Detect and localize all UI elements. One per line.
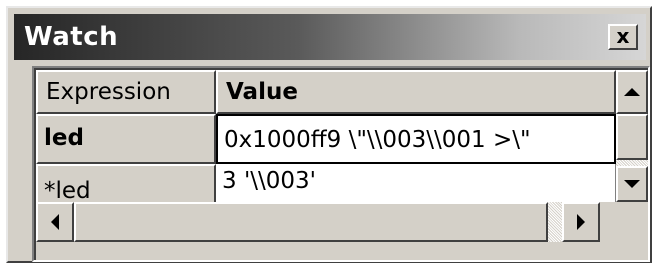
value-cell[interactable]: 3 '\\003' — [216, 164, 616, 202]
expression-label: *led — [44, 178, 91, 202]
scroll-right-button[interactable] — [562, 202, 600, 242]
close-button[interactable]: x — [608, 24, 638, 50]
watch-grid: Expression Value led 0x1000ff9 \"\\003\\… — [32, 66, 650, 262]
size-grip — [600, 202, 648, 242]
column-header-expression-label: Expression — [46, 79, 171, 105]
arrow-right-icon — [577, 214, 585, 230]
value-text: 0x1000ff9 \"\\003\\001 >\" — [224, 127, 531, 153]
vertical-scroll-thumb[interactable] — [616, 114, 648, 160]
grid-inner-frame: Expression Value led 0x1000ff9 \"\\003\\… — [34, 68, 648, 260]
arrow-down-icon — [624, 180, 640, 188]
row-header-led[interactable]: led — [36, 114, 216, 164]
watch-window: Watch x Expression Value led 0x1000ff9 \… — [6, 6, 652, 263]
arrow-up-icon — [624, 88, 640, 96]
title-bar[interactable]: Watch x — [14, 14, 646, 60]
column-header-value-label: Value — [226, 79, 298, 105]
row-header-star-led[interactable]: *led — [36, 164, 216, 202]
scroll-up-button[interactable] — [616, 70, 648, 114]
column-header-value[interactable]: Value — [216, 70, 616, 114]
expression-label: led — [44, 125, 84, 151]
value-cell-selected[interactable]: 0x1000ff9 \"\\003\\001 >\" — [216, 114, 616, 164]
close-icon: x — [616, 24, 630, 48]
arrow-left-icon — [51, 214, 59, 230]
horizontal-scroll-track[interactable] — [548, 202, 562, 242]
column-header-expression[interactable]: Expression — [36, 70, 216, 114]
horizontal-scroll-thumb[interactable] — [74, 202, 548, 242]
vertical-scrollbar[interactable] — [616, 70, 648, 202]
value-text: 3 '\\003' — [222, 168, 316, 194]
scroll-down-button[interactable] — [616, 166, 648, 202]
window-title: Watch — [24, 22, 119, 52]
scroll-left-button[interactable] — [36, 202, 74, 242]
